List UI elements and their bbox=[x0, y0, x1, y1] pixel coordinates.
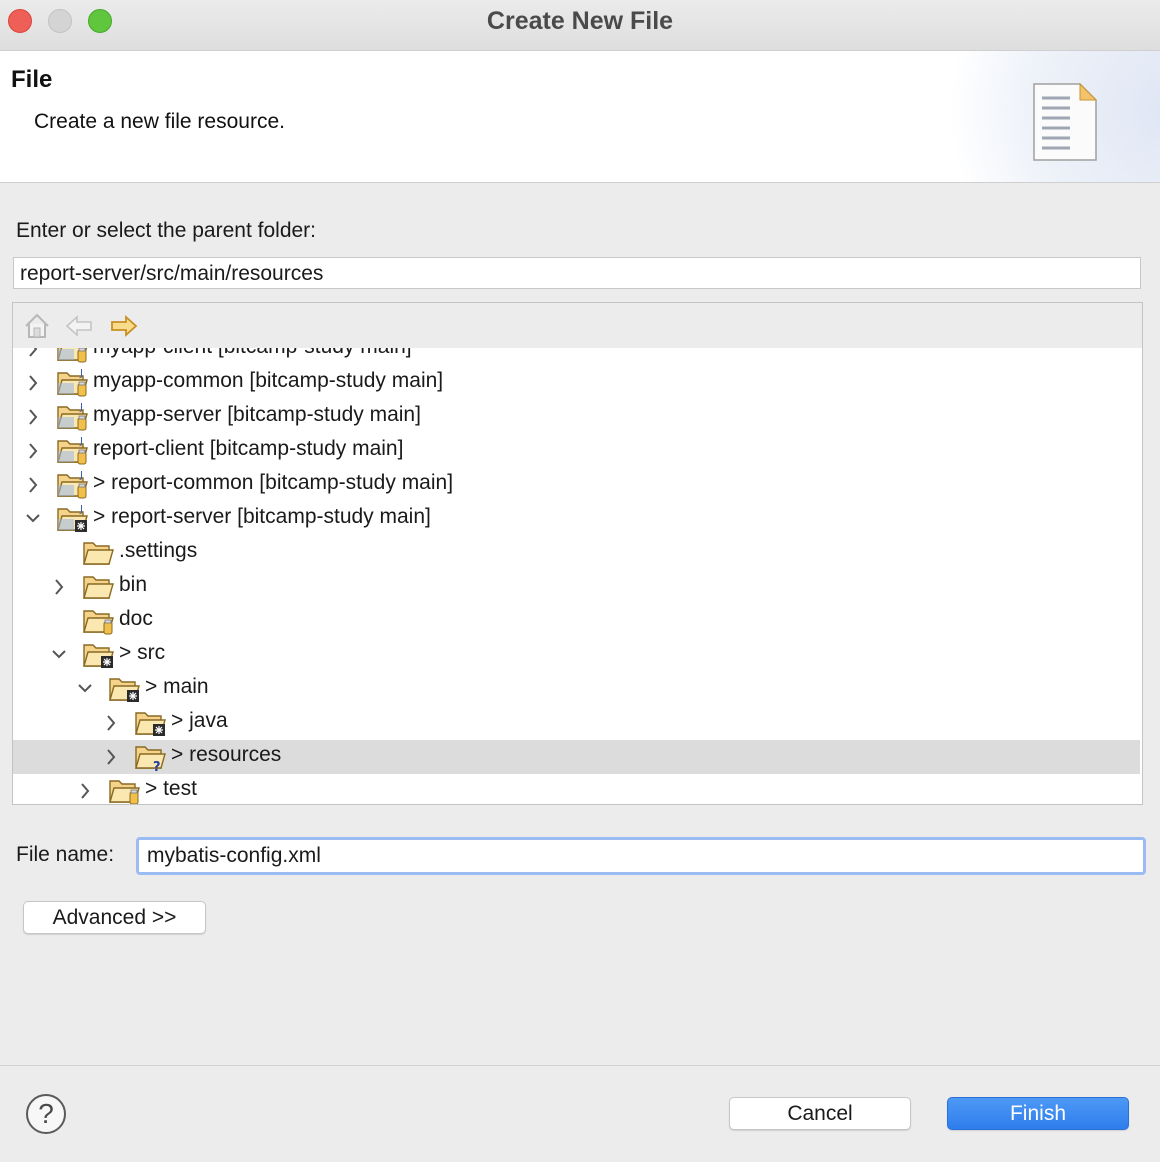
chevron-right-icon[interactable] bbox=[22, 434, 44, 468]
chevron-right-icon[interactable] bbox=[22, 366, 44, 400]
tree-row-label: > java bbox=[171, 709, 228, 732]
folder-icon bbox=[134, 707, 168, 739]
tree-toolbar bbox=[13, 303, 1142, 348]
tree-row-label: myapp-server [bitcamp-study main] bbox=[93, 403, 421, 426]
folder-icon: ? bbox=[134, 741, 168, 775]
chevron-down-icon[interactable] bbox=[48, 638, 70, 672]
folder-icon bbox=[82, 537, 116, 569]
svg-text:J: J bbox=[79, 436, 83, 447]
folder-icon bbox=[82, 571, 116, 603]
project-icon: J bbox=[56, 367, 90, 399]
tree-row[interactable]: ? > resources bbox=[13, 740, 1140, 775]
tree-row-label: > test bbox=[145, 777, 197, 800]
tree-row-label: > resources bbox=[171, 743, 282, 766]
chevron-right-icon[interactable] bbox=[48, 570, 70, 604]
tree-row-label: > report-common [bitcamp-study main] bbox=[93, 471, 454, 494]
header-banner: File Create a new file resource. bbox=[0, 51, 1160, 183]
tree-row[interactable]: J > report-server [bitcamp-study main] bbox=[13, 502, 1140, 536]
tree-row-label: myapp-client [bitcamp-study main] bbox=[93, 348, 412, 359]
folder-icon bbox=[82, 639, 116, 671]
home-icon[interactable] bbox=[22, 311, 52, 341]
svg-text:J: J bbox=[79, 470, 83, 481]
parent-folder-input[interactable]: report-server/src/main/resources bbox=[13, 257, 1141, 289]
tree-row[interactable]: Jmyapp-client [bitcamp-study main] bbox=[13, 348, 1140, 366]
cancel-button[interactable]: Cancel bbox=[729, 1097, 911, 1130]
folder-icon bbox=[82, 605, 116, 637]
chevron-right-icon[interactable] bbox=[74, 774, 96, 804]
forward-arrow-icon[interactable] bbox=[109, 311, 139, 341]
tree-row-label: report-client [bitcamp-study main] bbox=[93, 437, 404, 460]
help-icon[interactable]: ? bbox=[26, 1094, 66, 1134]
folder-tree[interactable]: Jmyapp-client [bitcamp-study main]Jmyapp… bbox=[12, 302, 1143, 805]
footer-divider bbox=[0, 1065, 1160, 1066]
tree-row[interactable]: doc bbox=[13, 604, 1140, 638]
tree-row[interactable]: Jmyapp-server [bitcamp-study main] bbox=[13, 400, 1140, 434]
parent-folder-label: Enter or select the parent folder: bbox=[16, 219, 316, 242]
tree-row-label: myapp-common [bitcamp-study main] bbox=[93, 369, 444, 392]
tree-row[interactable]: > java bbox=[13, 706, 1140, 740]
project-icon: J bbox=[56, 469, 90, 501]
svg-text:J: J bbox=[79, 402, 83, 413]
tree-row-label: .settings bbox=[119, 539, 198, 562]
finish-button[interactable]: Finish bbox=[947, 1097, 1129, 1130]
chevron-down-icon[interactable] bbox=[74, 672, 96, 706]
project-icon: J bbox=[56, 435, 90, 467]
advanced-button[interactable]: Advanced >> bbox=[23, 901, 206, 934]
tree-row[interactable]: J > report-common [bitcamp-study main] bbox=[13, 468, 1140, 502]
tree-row[interactable]: > test bbox=[13, 774, 1140, 804]
chevron-right-icon[interactable] bbox=[100, 740, 122, 774]
chevron-right-icon[interactable] bbox=[100, 706, 122, 740]
tree-row[interactable]: Jmyapp-common [bitcamp-study main] bbox=[13, 366, 1140, 400]
back-arrow-icon[interactable] bbox=[64, 311, 94, 341]
tree-row[interactable]: .settings bbox=[13, 536, 1140, 570]
tree-row-label: doc bbox=[119, 607, 153, 630]
project-icon: J bbox=[56, 348, 90, 365]
tree-row[interactable]: Jreport-client [bitcamp-study main] bbox=[13, 434, 1140, 468]
tree-row-label: > src bbox=[119, 641, 166, 664]
chevron-right-icon[interactable] bbox=[22, 400, 44, 434]
chevron-down-icon[interactable] bbox=[22, 502, 44, 536]
file-name-input[interactable] bbox=[136, 837, 1146, 875]
svg-text:?: ? bbox=[153, 760, 161, 773]
tree-row-label: bin bbox=[119, 573, 148, 596]
project-icon: J bbox=[56, 401, 90, 433]
tree-rows: Jmyapp-client [bitcamp-study main]Jmyapp… bbox=[13, 348, 1142, 804]
file-name-label: File name: bbox=[16, 843, 115, 866]
folder-icon bbox=[108, 775, 142, 804]
document-icon bbox=[1033, 82, 1098, 161]
folder-icon bbox=[108, 673, 142, 705]
window-title: Create New File bbox=[486, 7, 674, 35]
svg-text:J: J bbox=[79, 368, 83, 379]
banner-description: Create a new file resource. bbox=[34, 110, 285, 133]
tree-row[interactable]: > src bbox=[13, 638, 1140, 672]
svg-text:J: J bbox=[79, 504, 83, 515]
tree-row-label: > main bbox=[145, 675, 209, 698]
banner-title: File bbox=[11, 66, 53, 93]
chevron-right-icon[interactable] bbox=[22, 468, 44, 502]
title-bar: Create New File bbox=[0, 0, 1160, 51]
tree-row-label: > report-server [bitcamp-study main] bbox=[93, 505, 431, 528]
tree-row[interactable]: bin bbox=[13, 570, 1140, 604]
chevron-right-icon[interactable] bbox=[22, 348, 44, 366]
tree-row[interactable]: > main bbox=[13, 672, 1140, 706]
project-icon: J bbox=[56, 503, 90, 535]
